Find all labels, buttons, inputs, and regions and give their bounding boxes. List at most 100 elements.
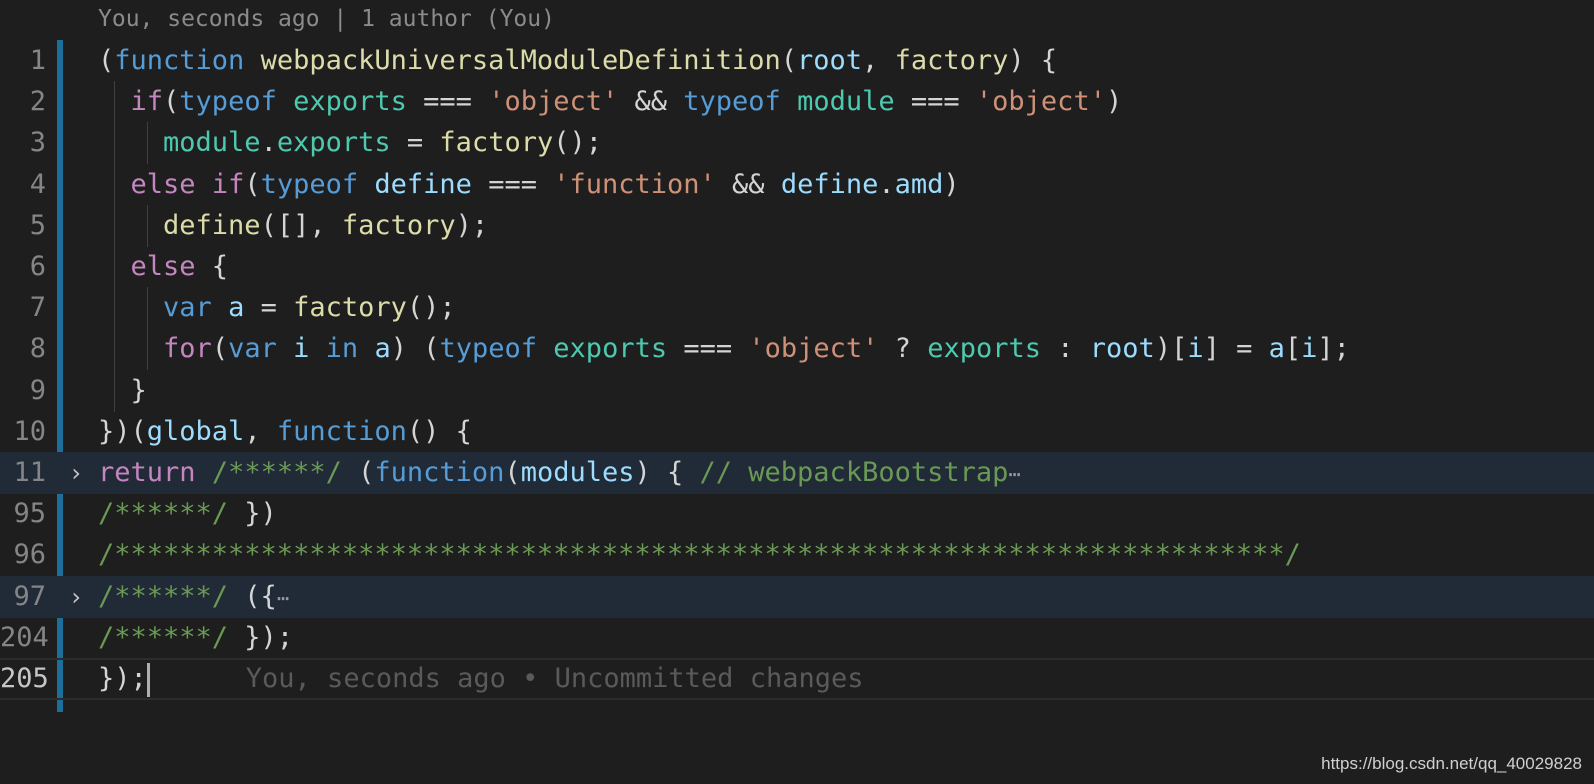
line-number[interactable]: 1: [0, 40, 46, 82]
code-line[interactable]: 1 (function webpackUniversalModuleDefinit…: [0, 40, 1594, 82]
code-token: (: [780, 45, 798, 76]
line-number[interactable]: 4: [0, 164, 46, 206]
line-number[interactable]: 205: [0, 660, 49, 698]
line-number[interactable]: 11: [0, 452, 46, 494]
code-line[interactable]: 8 for(var i in a) (typeof exports === 'o…: [0, 328, 1594, 371]
code-token: .: [260, 127, 277, 159]
code-line[interactable]: 9 }: [0, 369, 1594, 412]
code-token: else: [130, 251, 196, 282]
code-token: ();: [406, 292, 456, 324]
code-token: define: [163, 209, 261, 241]
code-token: }: [98, 374, 147, 406]
code-text[interactable]: return /******/ (function(modules) { // …: [98, 452, 1020, 495]
code-text[interactable]: (function webpackUniversalModuleDefiniti…: [98, 40, 1057, 82]
code-token: typeof: [179, 86, 277, 118]
fold-expand-icon[interactable]: ›: [66, 452, 86, 494]
code-token: exports: [276, 127, 391, 159]
code-token: i: [1187, 333, 1204, 365]
code-token: typeof: [439, 333, 538, 365]
line-number[interactable]: 6: [0, 246, 46, 288]
folded-ellipsis-icon[interactable]: ⋯: [1008, 462, 1020, 486]
code-text[interactable]: var a = factory();: [98, 287, 456, 329]
code-text[interactable]: }); You, seconds ago • Uncommitted change…: [98, 660, 864, 698]
folded-ellipsis-icon[interactable]: ⋯: [277, 586, 289, 610]
code-line[interactable]: 10 })(global, function() {: [0, 411, 1594, 453]
code-line[interactable]: 205 }); You, seconds ago • Uncommitted cha…: [0, 658, 1594, 700]
code-line[interactable]: 96 /*************************************…: [0, 534, 1594, 576]
code-text[interactable]: module.exports = factory();: [98, 122, 602, 164]
code-text[interactable]: define([], factory);: [98, 205, 488, 247]
code-token: modules: [520, 457, 635, 488]
code-line[interactable]: 5 define([], factory);: [0, 204, 1594, 247]
line-number[interactable]: 97: [0, 576, 46, 618]
code-token: var: [163, 292, 212, 324]
code-token: ): [1105, 86, 1123, 118]
code-token: return: [98, 457, 196, 488]
code-token: ] =: [1203, 333, 1269, 365]
code-token: a: [1268, 333, 1285, 365]
code-token: 'object': [975, 86, 1106, 118]
code-editor[interactable]: You, seconds ago | 1 author (You) 1 (func…: [0, 0, 1594, 784]
code-text[interactable]: if(typeof exports === 'object' && typeof…: [98, 81, 1123, 123]
code-token: :: [1041, 333, 1090, 365]
code-text[interactable]: /******/ }): [98, 493, 277, 535]
code-text[interactable]: /******/ ({⋯: [98, 576, 289, 619]
code-token: i: [1301, 333, 1318, 365]
line-number[interactable]: 9: [0, 370, 46, 412]
code-line[interactable]: 95 /******/ }): [0, 493, 1594, 535]
code-token: {: [195, 251, 229, 282]
line-number[interactable]: 5: [0, 205, 46, 247]
code-token: 'object': [748, 333, 879, 365]
line-number[interactable]: 7: [0, 287, 46, 329]
code-line[interactable]: 6 else {: [0, 246, 1594, 288]
code-token: (: [163, 86, 180, 118]
code-line[interactable]: 4 else if(typeof define === 'function' &…: [0, 163, 1594, 206]
code-text[interactable]: /******/ });: [98, 617, 293, 659]
line-number[interactable]: 8: [0, 328, 46, 370]
code-line[interactable]: 7 var a = factory();: [0, 287, 1594, 330]
line-number[interactable]: 96: [0, 534, 46, 576]
code-token: if: [211, 168, 245, 200]
code-line[interactable]: 97 › /******/ ({⋯: [0, 575, 1594, 619]
code-token: webpackUniversalModuleDefinition: [260, 45, 781, 76]
blame-header[interactable]: You, seconds ago | 1 author (You): [98, 0, 555, 38]
code-line[interactable]: 204 /******/ });: [0, 617, 1594, 659]
watermark: https://blog.csdn.net/qq_40029828: [1321, 754, 1582, 773]
code-token: define: [374, 168, 472, 200]
code-token: // webpackBootstrap: [699, 457, 1009, 488]
code-line[interactable]: 11 › return /******/ (function(modules) { …: [0, 452, 1594, 494]
line-number[interactable]: 95: [0, 493, 46, 535]
code-line[interactable]: 3 module.exports = factory();: [0, 122, 1594, 165]
code-text[interactable]: else {: [98, 246, 229, 288]
code-text[interactable]: }: [98, 370, 147, 412]
code-token: i: [293, 333, 310, 365]
code-token: =: [390, 127, 440, 159]
fold-expand-icon[interactable]: ›: [66, 576, 86, 618]
code-token: factory: [439, 127, 554, 159]
code-text[interactable]: /***************************************…: [98, 534, 1301, 576]
code-token: ];: [1317, 333, 1350, 365]
code-line[interactable]: 2 if(typeof exports === 'object' && type…: [0, 81, 1594, 124]
code-text[interactable]: })(global, function() {: [98, 411, 472, 453]
code-token: if: [130, 86, 164, 118]
line-number[interactable]: 204: [0, 617, 49, 659]
code-token: (: [341, 457, 375, 488]
code-text[interactable]: for(var i in a) (typeof exports === 'obj…: [98, 328, 1350, 370]
line-number[interactable]: 2: [0, 81, 46, 123]
line-number[interactable]: 10: [0, 411, 46, 453]
line-number[interactable]: 3: [0, 122, 46, 164]
code-text[interactable]: else if(typeof define === 'function' && …: [98, 164, 960, 206]
code-token: factory: [894, 45, 1009, 76]
code-token: ?: [878, 333, 928, 365]
code-token: )[: [1154, 333, 1188, 365]
